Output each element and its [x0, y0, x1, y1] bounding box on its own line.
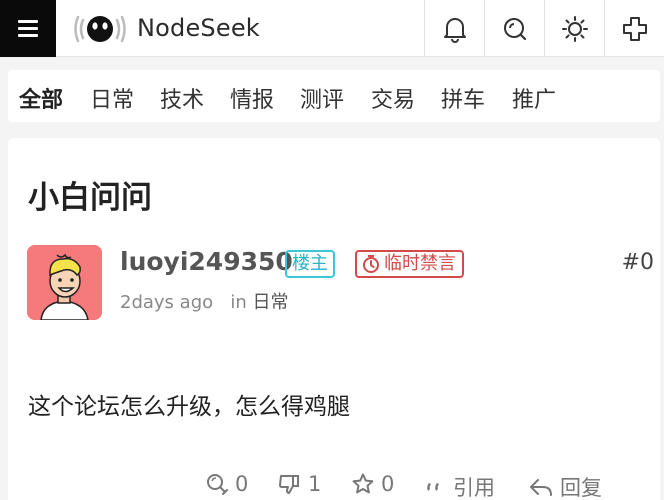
- category-daily[interactable]: 日常: [90, 82, 134, 114]
- bell-icon: [443, 17, 466, 43]
- search-button[interactable]: [484, 0, 544, 57]
- chicken-leg-button[interactable]: 0: [205, 472, 248, 496]
- post-content: 这个论坛怎么升级，怎么得鸡腿: [28, 394, 350, 420]
- post-category-link[interactable]: 日常: [252, 292, 288, 313]
- theme-toggle-button[interactable]: [544, 0, 604, 57]
- stopwatch-icon: [363, 255, 379, 273]
- plus-icon: [622, 16, 647, 41]
- sun-icon: [561, 15, 588, 42]
- nodeseek-logo-icon[interactable]: [72, 11, 128, 47]
- category-all[interactable]: 全部: [19, 82, 63, 114]
- chicken-leg-count: 0: [235, 472, 249, 496]
- author-username[interactable]: luoyi249350: [120, 247, 293, 276]
- top-header: NodeSeek: [0, 0, 664, 57]
- new-post-button[interactable]: [604, 0, 664, 57]
- temp-ban-badge: 临时禁言: [355, 250, 464, 278]
- post-actions: 0 1 0 引用 回复: [8, 472, 660, 500]
- chicken-leg-icon: [207, 474, 228, 495]
- reply-button[interactable]: 回复: [528, 472, 602, 500]
- search-icon: [503, 17, 526, 40]
- post-title: 小白问问: [28, 180, 152, 216]
- post-meta: 2days ago in 日常: [120, 288, 288, 314]
- dislike-count: 1: [308, 472, 322, 496]
- favorite-button[interactable]: 0: [351, 472, 394, 496]
- author-avatar[interactable]: [27, 245, 102, 320]
- star-icon: [352, 473, 374, 494]
- avatar-illustration: [27, 245, 102, 320]
- thumbs-down-icon: [279, 475, 299, 494]
- menu-button[interactable]: [0, 0, 56, 57]
- floor-number[interactable]: #0: [622, 250, 654, 275]
- quote-button[interactable]: 引用: [423, 472, 495, 500]
- category-carpool[interactable]: 拼车: [441, 82, 485, 114]
- post-card: 小白问问 luoyi249350 楼主 临时禁言 #0 2days ago in…: [8, 138, 660, 500]
- menu-icon-bar: [18, 27, 38, 30]
- category-bar: 全部 日常 技术 情报 测评 交易 拼车 推广: [8, 70, 660, 122]
- category-review[interactable]: 测评: [300, 82, 344, 114]
- notifications-button[interactable]: [424, 0, 484, 57]
- in-label: in: [230, 292, 247, 313]
- dislike-button[interactable]: 1: [278, 472, 321, 496]
- menu-icon: [18, 20, 38, 23]
- post-time: 2days ago: [120, 292, 214, 313]
- op-badge: 楼主: [285, 250, 335, 278]
- quote-icon: [427, 483, 439, 491]
- reply-icon: [530, 479, 552, 496]
- favorite-count: 0: [381, 472, 395, 496]
- menu-icon-bar: [18, 34, 38, 37]
- temp-ban-label: 临时禁言: [384, 253, 456, 274]
- site-name[interactable]: NodeSeek: [137, 14, 260, 42]
- reply-label: 回复: [560, 476, 602, 500]
- quote-label: 引用: [453, 476, 495, 500]
- category-info[interactable]: 情报: [230, 82, 274, 114]
- category-promotion[interactable]: 推广: [512, 82, 556, 114]
- category-tech[interactable]: 技术: [160, 82, 204, 114]
- category-trade[interactable]: 交易: [371, 82, 415, 114]
